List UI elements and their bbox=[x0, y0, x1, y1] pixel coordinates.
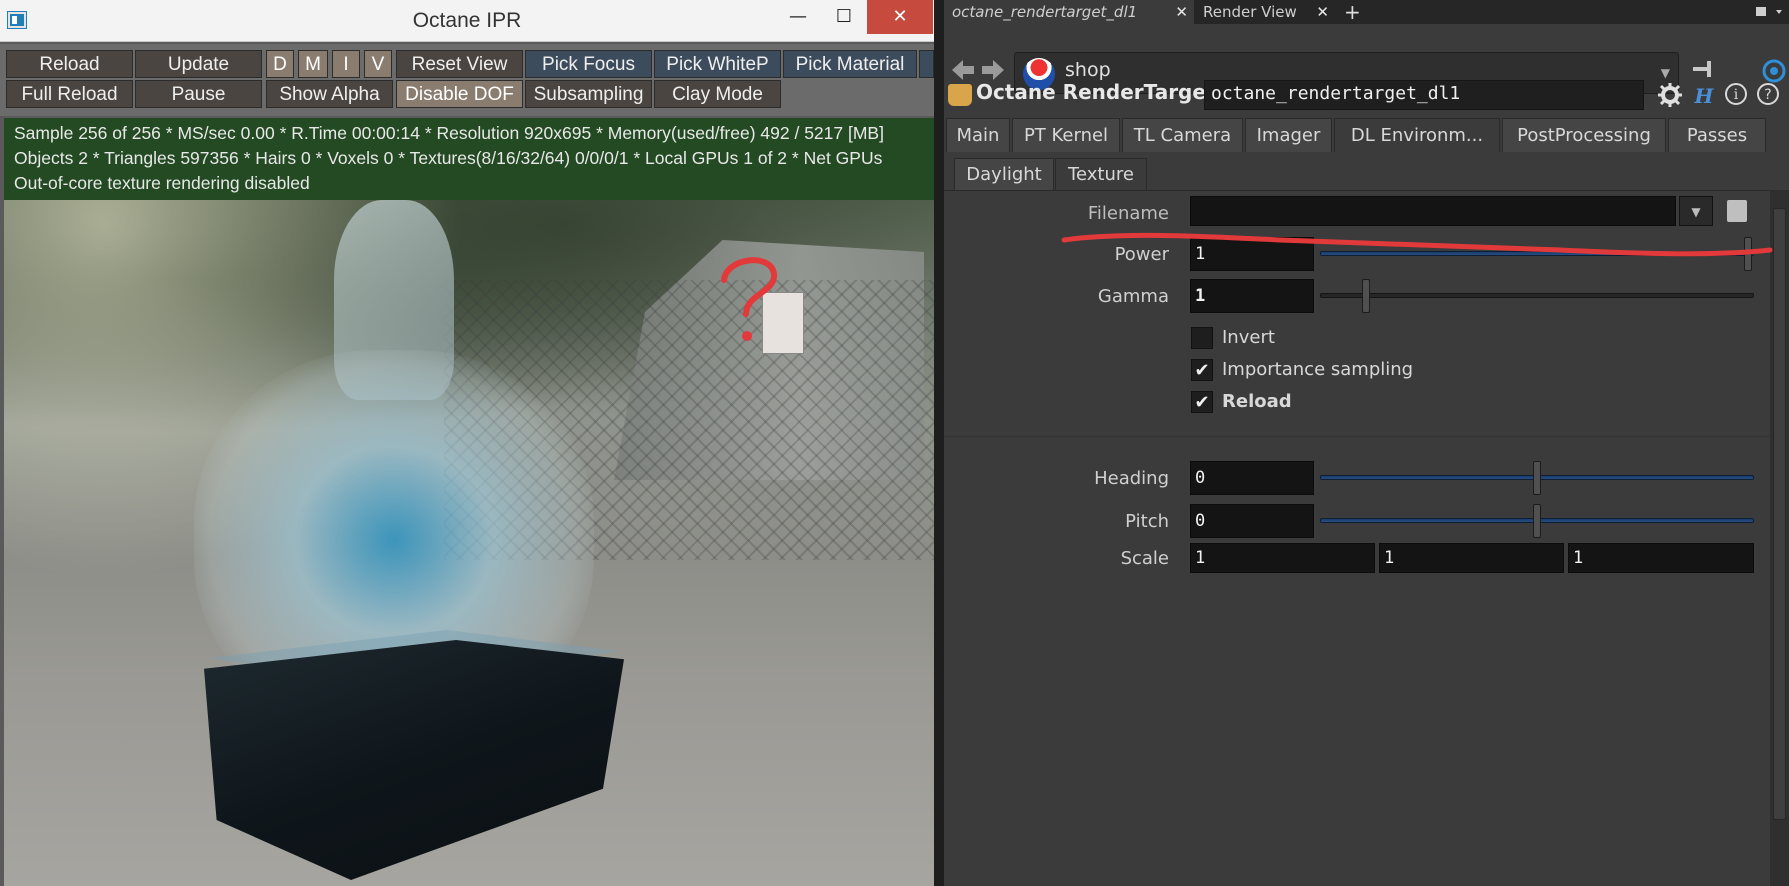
filename-label: Filename bbox=[1087, 203, 1169, 224]
importance-sampling-checkbox[interactable]: ✔ bbox=[1191, 359, 1213, 381]
scrollbar-thumb[interactable] bbox=[1773, 208, 1786, 820]
d-toggle[interactable]: D bbox=[266, 50, 294, 78]
scale-x-field[interactable]: 1 bbox=[1190, 543, 1375, 573]
tab-dl-environment[interactable]: DL Environm... bbox=[1334, 118, 1500, 152]
close-button[interactable]: ✕ bbox=[867, 0, 933, 34]
ipr-toolbar: Reload Update D M I V Reset View Pick Fo… bbox=[0, 44, 934, 116]
heading-field[interactable]: 0 bbox=[1190, 461, 1314, 495]
pick-focus-button[interactable]: Pick Focus bbox=[525, 50, 652, 78]
tab-texture[interactable]: Texture bbox=[1055, 158, 1147, 190]
render-viewport[interactable] bbox=[4, 200, 934, 886]
gear-icon[interactable] bbox=[1656, 82, 1684, 110]
node-type-label: Octane RenderTarget bbox=[976, 80, 1216, 104]
power-field[interactable]: 1 bbox=[1190, 237, 1314, 271]
info-icon[interactable]: i bbox=[1722, 82, 1750, 110]
gamma-field[interactable]: 1 bbox=[1190, 279, 1314, 313]
reload-button[interactable]: Reload bbox=[6, 50, 133, 78]
pick-whitepoint-button[interactable]: Pick WhiteP bbox=[654, 50, 781, 78]
rendertarget-tabs: Main PT Kernel TL Camera Imager DL Envir… bbox=[944, 118, 1789, 152]
tab-octane-rendertarget[interactable]: octane_rendertarget_dl1 ✕ bbox=[944, 0, 1194, 24]
chevron-down-icon[interactable]: ▼ bbox=[1679, 196, 1713, 226]
status-line-1: Sample 256 of 256 * MS/sec 0.00 * R.Time… bbox=[14, 123, 884, 143]
clay-mode-button[interactable]: Clay Mode bbox=[654, 80, 781, 108]
window-separator bbox=[934, 0, 944, 886]
pause-button[interactable]: Pause bbox=[135, 80, 262, 108]
help-icon[interactable]: ? bbox=[1754, 82, 1782, 110]
section-divider bbox=[944, 436, 1770, 437]
v-toggle[interactable]: V bbox=[364, 50, 392, 78]
octane-ipr-window: Octane IPR — ☐ ✕ Reload Update D M I V R… bbox=[0, 0, 934, 886]
full-reload-button[interactable]: Full Reload bbox=[6, 80, 133, 108]
minimize-button[interactable]: — bbox=[775, 0, 821, 34]
tab-postprocessing[interactable]: PostProcessing bbox=[1502, 118, 1666, 152]
tab-render-view[interactable]: Render View ✕ bbox=[1195, 0, 1335, 24]
tab-label: Render View bbox=[1203, 3, 1297, 21]
heading-slider-handle[interactable] bbox=[1533, 461, 1541, 495]
tab-label: octane_rendertarget_dl1 bbox=[952, 3, 1138, 21]
pitch-field[interactable]: 0 bbox=[1190, 504, 1314, 538]
render-dark-box bbox=[204, 640, 624, 880]
heading-label: Heading bbox=[1094, 468, 1169, 489]
node-header: Octane RenderTarget octane_rendertarget_… bbox=[944, 78, 1789, 112]
tab-pt-kernel[interactable]: PT Kernel bbox=[1012, 118, 1120, 152]
render-status-panel: Sample 256 of 256 * MS/sec 0.00 * R.Time… bbox=[4, 118, 934, 200]
tab-passes[interactable]: Passes bbox=[1668, 118, 1766, 152]
parameter-scrollbar[interactable] bbox=[1770, 190, 1789, 886]
scale-label: Scale bbox=[1120, 548, 1169, 569]
reload-label: Reload bbox=[1222, 391, 1292, 412]
show-alpha-button[interactable]: Show Alpha bbox=[266, 80, 393, 108]
invert-checkbox[interactable] bbox=[1191, 327, 1213, 349]
invert-label: Invert bbox=[1222, 327, 1275, 348]
tab-daylight[interactable]: Daylight bbox=[954, 158, 1054, 190]
pitch-label: Pitch bbox=[1125, 511, 1169, 532]
reload-checkbox[interactable]: ✔ bbox=[1191, 391, 1213, 413]
tab-tl-camera[interactable]: TL Camera bbox=[1122, 118, 1243, 152]
i-toggle[interactable]: I bbox=[332, 50, 360, 78]
importance-sampling-label: Importance sampling bbox=[1222, 359, 1414, 380]
pitch-slider-handle[interactable] bbox=[1533, 504, 1541, 538]
reset-view-button[interactable]: Reset View bbox=[396, 50, 523, 78]
network-path-bar: shop ▼ bbox=[944, 24, 1789, 94]
filename-field[interactable] bbox=[1190, 196, 1676, 226]
status-line-2: Objects 2 * Triangles 597356 * Hairs 0 *… bbox=[14, 148, 883, 168]
power-slider[interactable] bbox=[1320, 251, 1754, 256]
update-button[interactable]: Update bbox=[135, 50, 262, 78]
tab-imager[interactable]: Imager bbox=[1245, 118, 1332, 152]
m-toggle[interactable]: M bbox=[298, 50, 328, 78]
svg-text:?: ? bbox=[1764, 87, 1771, 103]
file-chooser-icon[interactable] bbox=[1727, 200, 1747, 222]
close-tab-icon[interactable]: ✕ bbox=[1175, 0, 1188, 24]
houdini-icon[interactable]: H bbox=[1690, 82, 1718, 110]
gamma-label: Gamma bbox=[1097, 286, 1169, 307]
scale-y-field[interactable]: 1 bbox=[1379, 543, 1564, 573]
gamma-slider-handle[interactable] bbox=[1362, 279, 1370, 313]
toolbar-overflow[interactable] bbox=[919, 50, 934, 78]
environment-tabs: Daylight Texture bbox=[944, 158, 1789, 190]
add-tab-button[interactable]: + bbox=[1344, 0, 1361, 24]
parameter-panel: octane_rendertarget_dl1 ✕ Render View ✕ … bbox=[944, 0, 1789, 886]
disable-dof-button[interactable]: Disable DOF bbox=[396, 80, 523, 108]
ipr-title-bar[interactable]: Octane IPR — ☐ ✕ bbox=[0, 0, 934, 42]
node-name-field[interactable]: octane_rendertarget_dl1 bbox=[1204, 80, 1644, 110]
subsampling-button[interactable]: Subsampling bbox=[525, 80, 652, 108]
svg-text:i: i bbox=[1734, 87, 1739, 103]
pane-menu-icon[interactable] bbox=[1754, 4, 1782, 18]
gamma-slider[interactable] bbox=[1320, 293, 1754, 298]
status-line-3: Out-of-core texture rendering disabled bbox=[14, 173, 310, 193]
tab-main[interactable]: Main bbox=[946, 118, 1010, 152]
texture-parameters: Filename ▼ Power 1 Gamma 1 Invert ✔ Impo… bbox=[944, 190, 1770, 886]
power-label: Power bbox=[1114, 244, 1169, 265]
close-tab-icon[interactable]: ✕ bbox=[1316, 0, 1329, 24]
maximize-button[interactable]: ☐ bbox=[821, 0, 867, 34]
power-slider-handle[interactable] bbox=[1744, 237, 1752, 271]
render-target-node-icon bbox=[948, 84, 972, 106]
pick-material-button[interactable]: Pick Material bbox=[783, 50, 917, 78]
scale-z-field[interactable]: 1 bbox=[1568, 543, 1754, 573]
pane-tabs: octane_rendertarget_dl1 ✕ Render View ✕ … bbox=[944, 0, 1789, 24]
annotation-question-mark bbox=[716, 252, 786, 356]
